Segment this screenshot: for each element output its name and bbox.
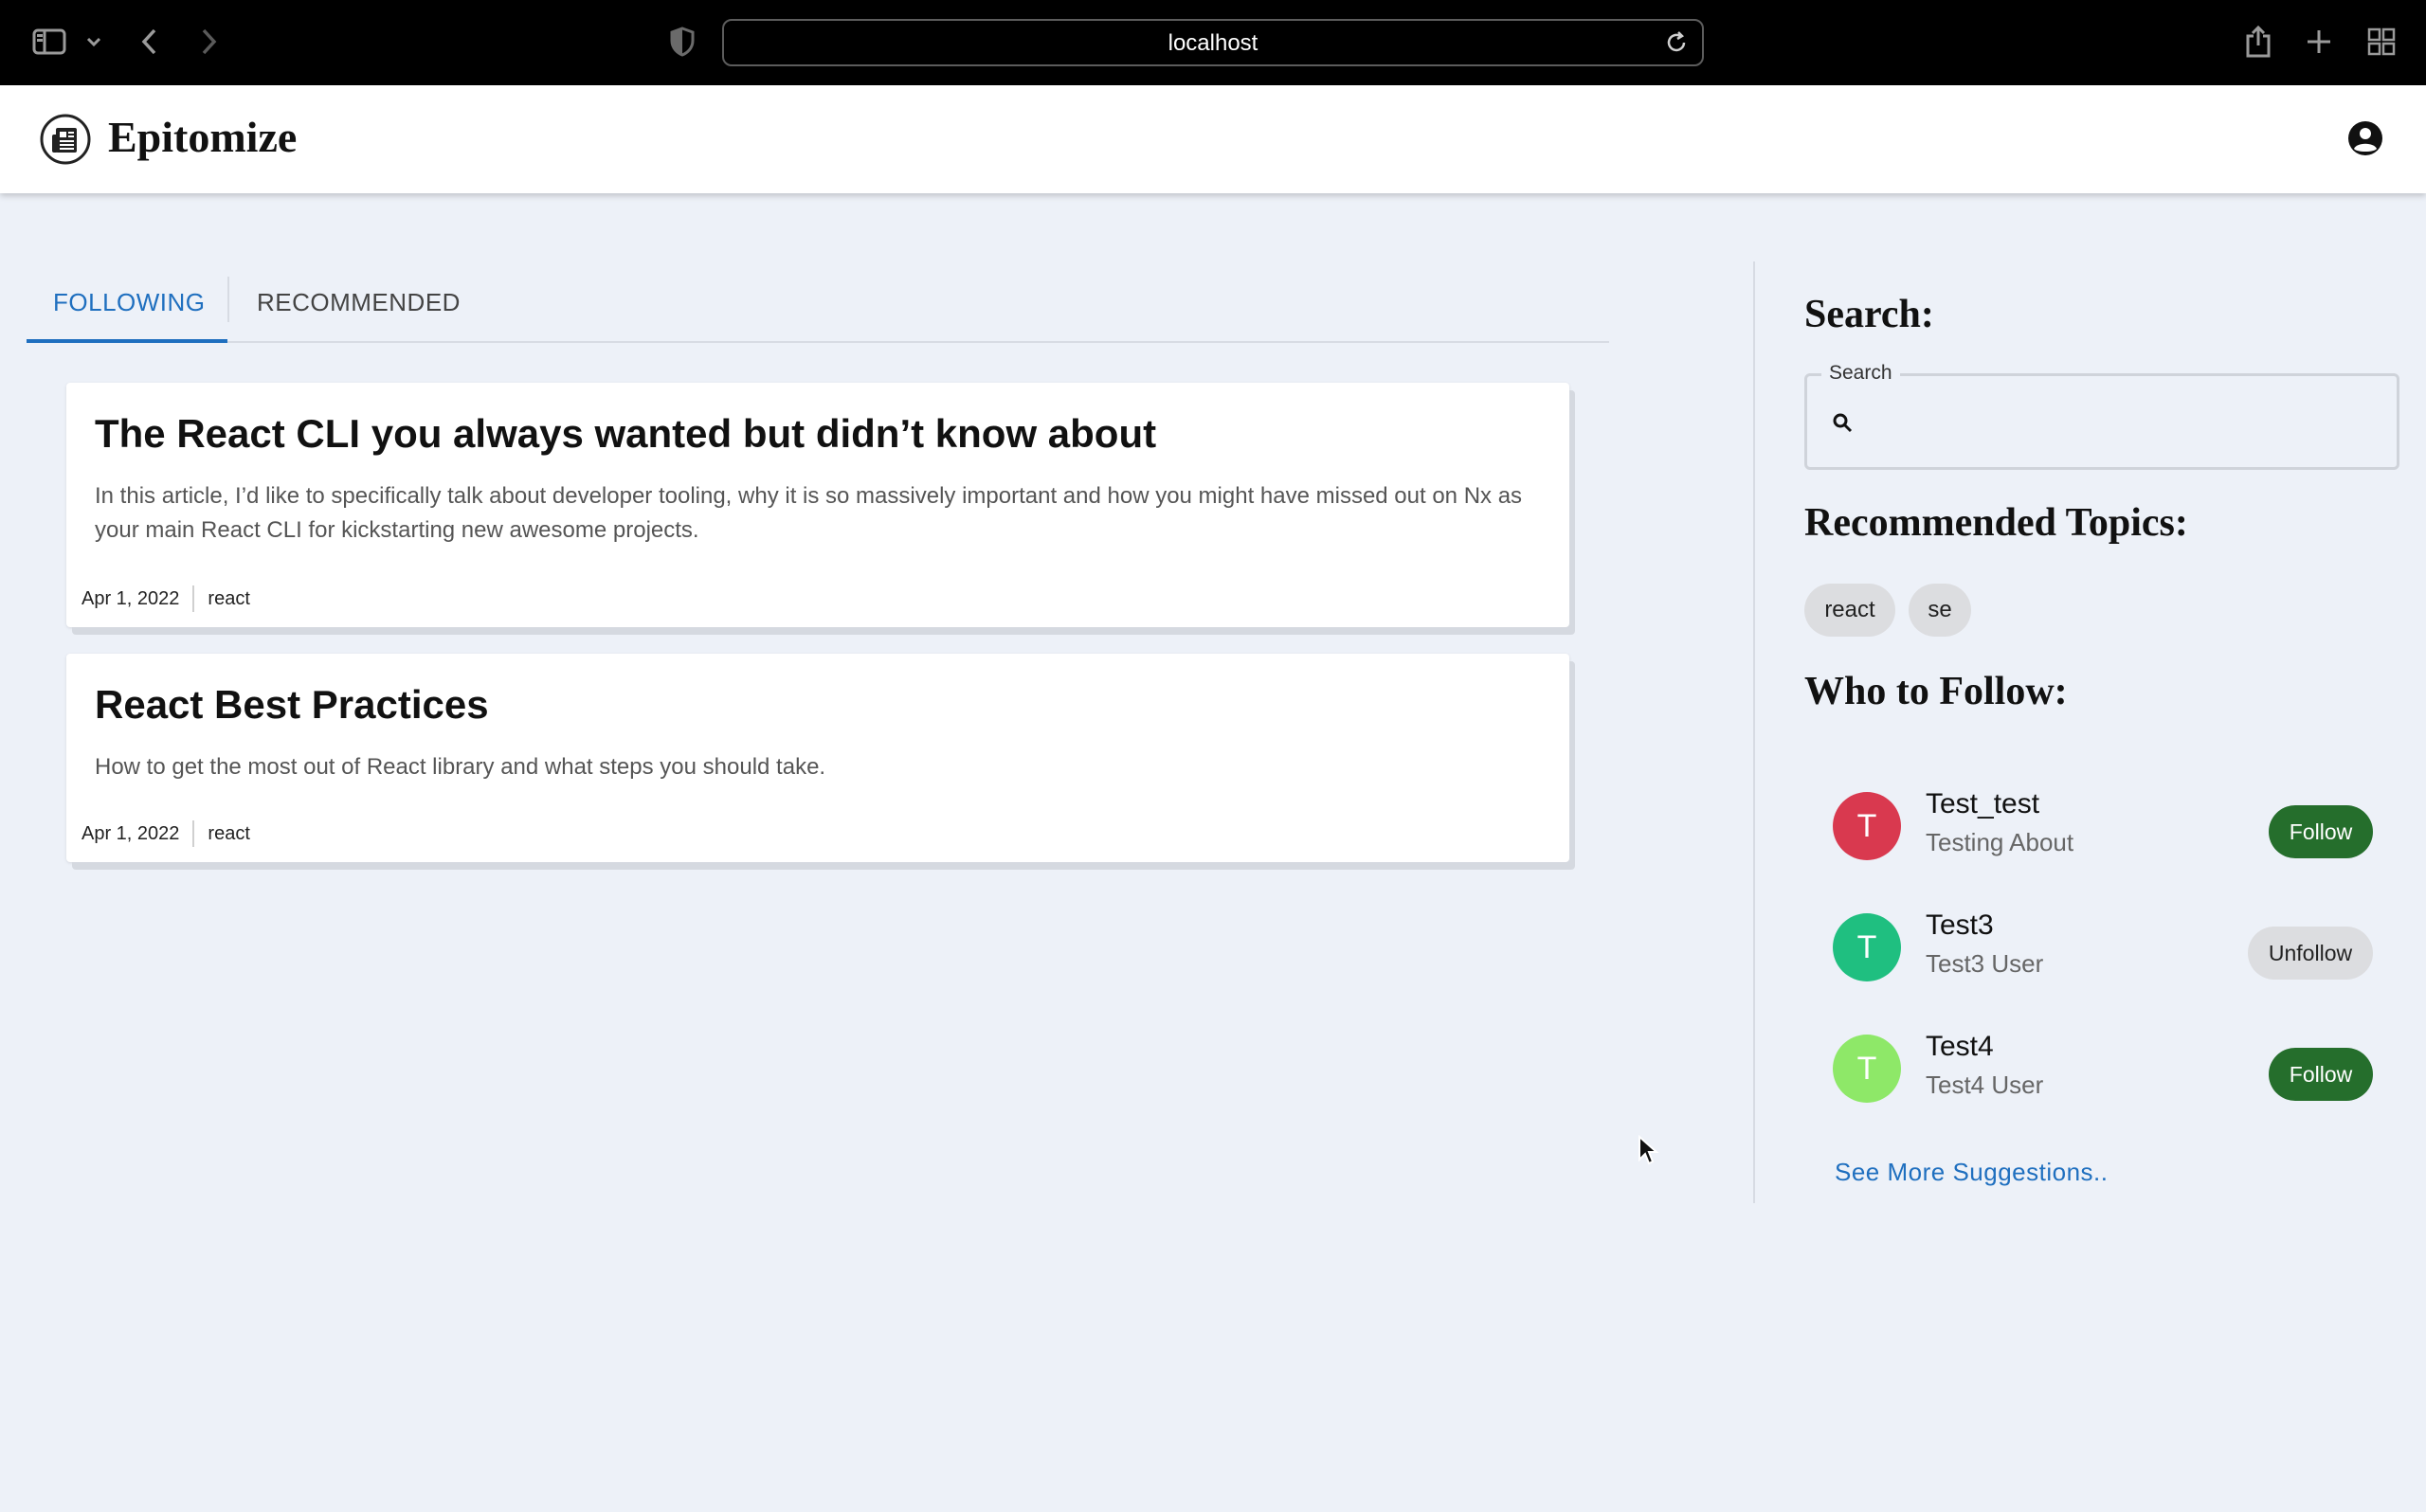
active-tab-indicator	[27, 339, 227, 343]
article-card[interactable]: The React CLI you always wanted but didn…	[66, 383, 1569, 627]
article-tag[interactable]: react	[208, 823, 249, 845]
avatar[interactable]: T	[1833, 1035, 1901, 1103]
sidebar-divider	[1753, 261, 1755, 1203]
back-arrow-icon[interactable]	[140, 23, 159, 61]
article-meta: Apr 1, 2022 react	[81, 820, 250, 847]
follow-suggestion: T Test_test Testing About Follow	[1833, 788, 2373, 864]
forward-arrow-icon[interactable]	[199, 23, 218, 61]
app-header: Epitomize	[0, 85, 2426, 193]
account-circle-icon[interactable]	[2346, 119, 2384, 162]
topic-chip-se[interactable]: se	[1909, 584, 1971, 637]
avatar[interactable]: T	[1833, 913, 1901, 981]
tab-following[interactable]: FOLLOWING	[53, 288, 206, 317]
mouse-cursor-icon	[1638, 1134, 1660, 1172]
browser-toolbar: localhost	[0, 0, 2426, 85]
user-name[interactable]: Test3	[1926, 909, 1994, 942]
search-icon	[1832, 412, 1853, 438]
address-bar[interactable]: localhost	[722, 19, 1704, 66]
url-text: localhost	[1168, 30, 1258, 56]
shield-icon[interactable]	[669, 23, 696, 61]
follow-button[interactable]: Follow	[2269, 1048, 2373, 1101]
tab-divider	[227, 277, 229, 322]
article-meta: Apr 1, 2022 react	[81, 585, 250, 612]
unfollow-button[interactable]: Unfollow	[2248, 927, 2373, 980]
article-date: Apr 1, 2022	[81, 587, 180, 609]
user-bio: Test4 User	[1926, 1071, 2044, 1099]
follow-suggestion: T Test3 Test3 User Unfollow	[1833, 909, 2373, 985]
meta-divider	[192, 820, 195, 847]
topics-heading: Recommended Topics:	[1804, 501, 2188, 545]
topic-chip-react[interactable]: react	[1804, 584, 1895, 637]
article-card[interactable]: React Best Practices How to get the most…	[66, 654, 1569, 862]
article-title[interactable]: The React CLI you always wanted but didn…	[95, 411, 1156, 457]
article-description: In this article, I’d like to specificall…	[95, 483, 1523, 543]
user-bio: Testing About	[1926, 828, 2074, 856]
newspaper-logo-icon[interactable]	[40, 114, 91, 165]
share-icon[interactable]	[2244, 23, 2272, 61]
user-name[interactable]: Test4	[1926, 1031, 1994, 1063]
search-input[interactable]	[1874, 395, 2376, 448]
avatar[interactable]: T	[1833, 792, 1901, 860]
search-field[interactable]	[1804, 373, 2399, 470]
article-date: Apr 1, 2022	[81, 822, 180, 844]
app-title[interactable]: Epitomize	[108, 112, 297, 162]
user-bio: Test3 User	[1926, 949, 2044, 978]
article-tag[interactable]: react	[208, 588, 249, 610]
article-title[interactable]: React Best Practices	[95, 682, 489, 728]
who-to-follow-heading: Who to Follow:	[1804, 670, 2068, 713]
tab-overview-icon[interactable]	[2367, 23, 2396, 61]
reload-icon[interactable]	[1664, 30, 1689, 60]
new-tab-plus-icon[interactable]	[2305, 23, 2333, 61]
chevron-down-icon[interactable]	[85, 23, 102, 61]
user-name[interactable]: Test_test	[1926, 788, 2039, 820]
sidebar-toggle-icon[interactable]	[32, 23, 66, 61]
search-label: Search	[1821, 362, 1900, 385]
meta-divider	[192, 585, 195, 612]
article-description: How to get the most out of React library…	[95, 754, 826, 780]
tab-recommended[interactable]: RECOMMENDED	[257, 288, 461, 317]
follow-suggestion: T Test4 Test4 User Follow	[1833, 1031, 2373, 1107]
search-heading: Search:	[1804, 293, 1934, 336]
see-more-suggestions-link[interactable]: See More Suggestions..	[1835, 1158, 2109, 1187]
follow-button[interactable]: Follow	[2269, 805, 2373, 858]
feed-tabs: FOLLOWING RECOMMENDED	[27, 269, 1609, 343]
